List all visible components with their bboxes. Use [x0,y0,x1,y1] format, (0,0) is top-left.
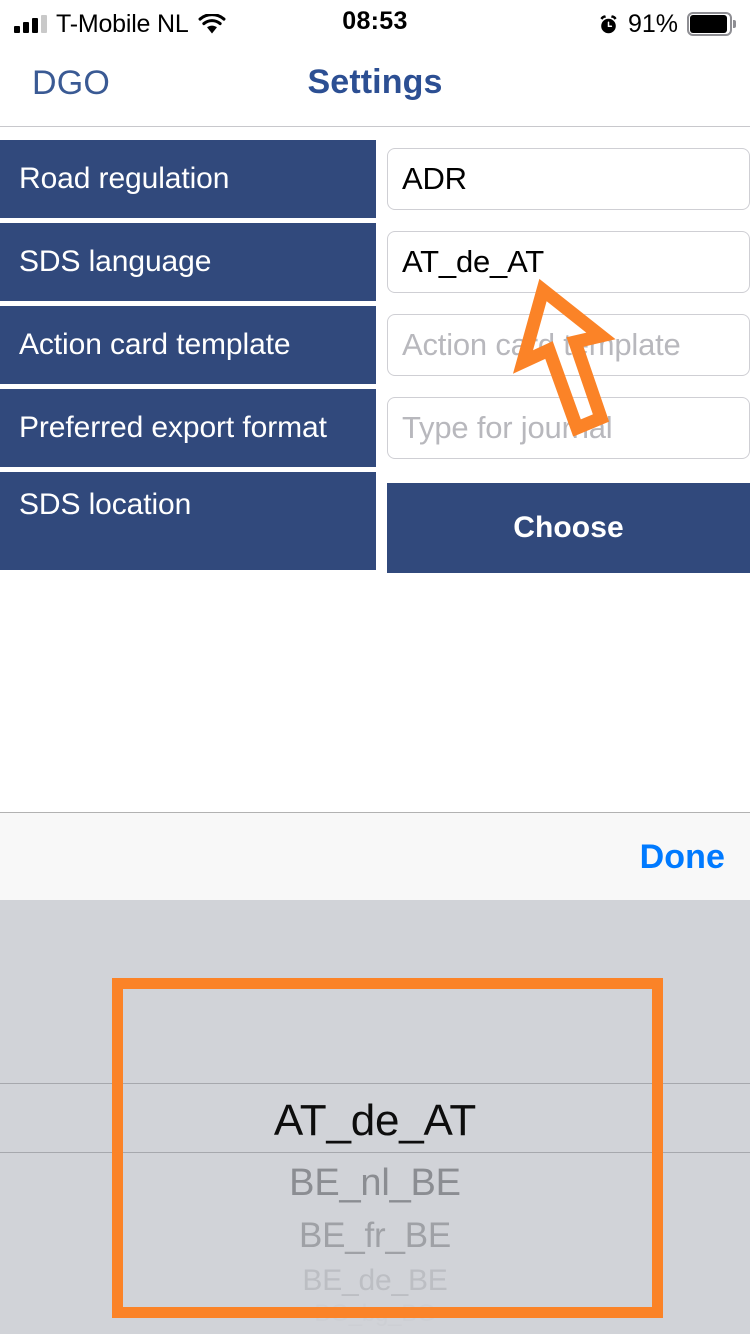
picker-item[interactable]: BE_de_BE [0,1264,750,1298]
settings-row-road-regulation: Road regulation [0,140,750,223]
status-bar: T-Mobile NL 08:53 91% [0,0,750,48]
battery-icon [687,12,736,36]
picker-toolbar: Done [0,812,750,900]
alarm-clock-icon [598,14,619,35]
row-label-preferred-export-format: Preferred export format [0,389,376,467]
row-value-preferred-export-format [387,397,750,459]
row-label-sds-location: SDS location [0,472,376,570]
battery-percent-label: 91% [627,9,678,38]
picker-selection-line-top [0,1083,750,1084]
row-value-sds-language [387,231,750,293]
road-regulation-input[interactable] [387,148,750,210]
picker-item[interactable]: BG_bg_BG [0,1300,750,1328]
picker-item-selected[interactable]: AT_de_AT [0,1096,750,1146]
preferred-export-format-input[interactable] [387,397,750,459]
app-screen: T-Mobile NL 08:53 91% DGO Settings Road … [0,0,750,1334]
choose-button[interactable]: Choose [387,483,750,573]
sds-language-picker[interactable]: AT_de_AT BE_nl_BE BE_fr_BE BE_de_BE BG_b… [0,900,750,1334]
navigation-bar: DGO Settings [0,48,750,127]
settings-row-preferred-export-format: Preferred export format [0,389,750,472]
picker-item[interactable]: BE_fr_BE [0,1216,750,1256]
settings-row-action-card-template: Action card template [0,306,750,389]
sds-language-input[interactable] [387,231,750,293]
status-bar-right: 91% [598,7,736,41]
page-title: Settings [307,63,443,101]
row-value-sds-location: Choose [387,483,750,573]
row-value-road-regulation [387,148,750,210]
picker-selection-line-bottom [0,1152,750,1153]
settings-row-sds-location: SDS location Choose [0,472,750,573]
row-label-action-card-template: Action card template [0,306,376,384]
action-card-template-input[interactable] [387,314,750,376]
row-label-road-regulation: Road regulation [0,140,376,218]
settings-row-sds-language: SDS language [0,223,750,306]
row-label-sds-language: SDS language [0,223,376,301]
done-button[interactable]: Done [640,813,725,901]
settings-form: Road regulation SDS language Action card… [0,140,750,573]
picker-item[interactable]: BE_nl_BE [0,1162,750,1205]
row-value-action-card-template [387,314,750,376]
